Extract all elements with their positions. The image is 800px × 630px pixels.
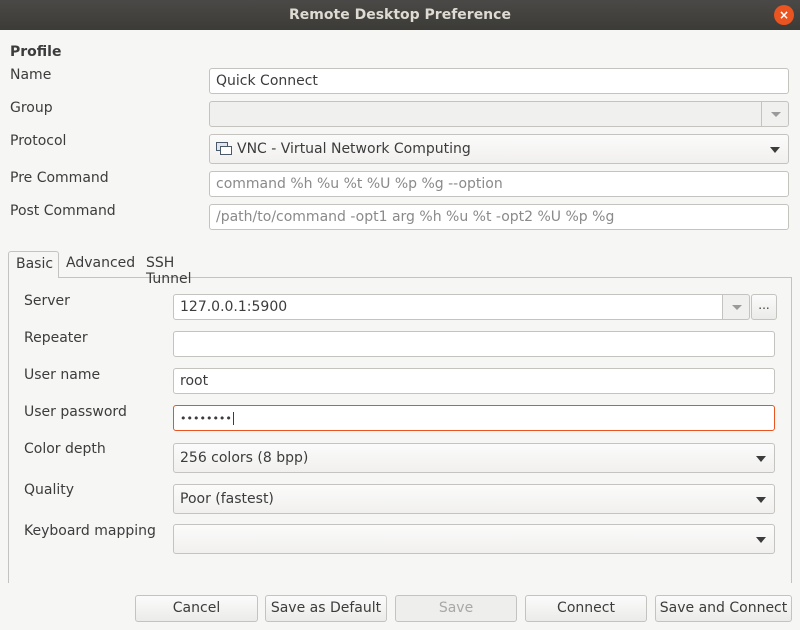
pre-command-field[interactable]: command %h %u %t %U %p %g --option (209, 171, 789, 197)
name-field[interactable]: Quick Connect (209, 68, 789, 94)
group-label: Group (10, 100, 53, 116)
server-label: Server (24, 293, 70, 309)
post-command-field[interactable]: /path/to/command -opt1 arg %h %u %t -opt… (209, 204, 789, 230)
tab-advanced[interactable]: Advanced (59, 251, 142, 278)
close-icon[interactable]: × (774, 5, 794, 25)
keyboard-mapping-label: Keyboard mapping (24, 523, 156, 539)
save-button[interactable]: Save (395, 595, 517, 622)
vnc-protocol-icon (216, 142, 232, 155)
post-command-label: Post Command (10, 203, 116, 219)
server-field[interactable]: 127.0.0.1:5900 (173, 294, 723, 320)
repeater-label: Repeater (24, 330, 88, 346)
chevron-down-icon (771, 112, 781, 117)
password-label: User password (24, 404, 127, 420)
server-dropdown-button[interactable] (722, 294, 750, 320)
username-label: User name (24, 367, 101, 383)
chevron-down-icon (770, 147, 780, 153)
quality-select[interactable]: Poor (fastest) (173, 484, 775, 514)
window-title: Remote Desktop Preference (289, 7, 511, 23)
protocol-select[interactable]: VNC - Virtual Network Computing (209, 134, 789, 164)
pre-command-label: Pre Command (10, 170, 109, 186)
tab-basic[interactable]: Basic (8, 251, 59, 278)
username-field[interactable]: root (173, 368, 775, 394)
chevron-down-icon (756, 456, 766, 462)
chevron-down-icon (756, 537, 766, 543)
password-value: •••••••• (180, 412, 232, 425)
quality-value: Poor (fastest) (180, 491, 274, 507)
color-depth-value: 256 colors (8 bpp) (180, 450, 309, 466)
text-cursor (232, 412, 234, 425)
protocol-label: Protocol (10, 133, 67, 149)
quality-label: Quality (24, 482, 75, 498)
title-bar: Remote Desktop Preference × (0, 0, 800, 30)
color-depth-label: Color depth (24, 441, 106, 457)
save-as-default-button[interactable]: Save as Default (265, 595, 387, 622)
repeater-field[interactable] (173, 331, 775, 357)
color-depth-select[interactable]: 256 colors (8 bpp) (173, 443, 775, 473)
group-dropdown-button[interactable] (761, 101, 789, 127)
save-and-connect-button[interactable]: Save and Connect (655, 595, 792, 622)
group-field[interactable] (209, 101, 762, 127)
connect-button[interactable]: Connect (525, 595, 647, 622)
protocol-value: VNC - Virtual Network Computing (237, 141, 471, 157)
chevron-down-icon (756, 497, 766, 503)
keyboard-mapping-select[interactable] (173, 524, 775, 554)
name-label: Name (10, 67, 52, 83)
profile-heading: Profile (10, 44, 62, 60)
cancel-button[interactable]: Cancel (135, 595, 258, 622)
chevron-down-icon (732, 305, 742, 310)
server-browse-button[interactable]: ... (751, 294, 777, 320)
password-field[interactable]: •••••••• (173, 405, 775, 431)
tab-ssh-tunnel[interactable]: SSH Tunnel (139, 251, 199, 287)
